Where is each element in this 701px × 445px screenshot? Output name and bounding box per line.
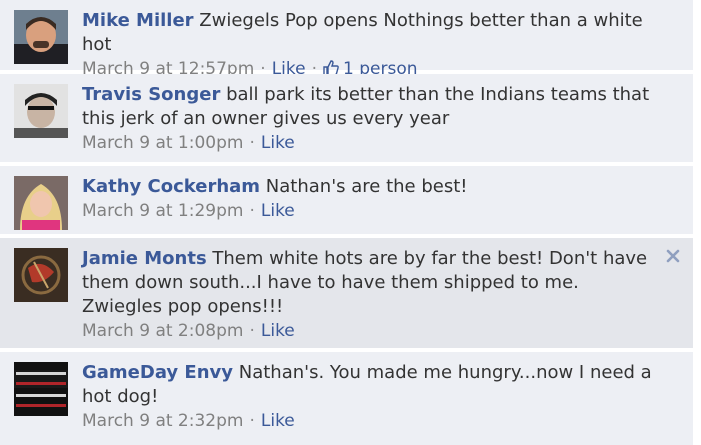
separator: · (249, 411, 255, 431)
comment-author[interactable]: Travis Songer (82, 84, 220, 105)
comment-item: Kathy Cockerham Nathan's are the best! M… (0, 166, 693, 234)
comment-timestamp[interactable]: March 9 at 2:32pm (82, 411, 243, 431)
like-button[interactable]: Like (261, 201, 295, 221)
comment-item: Jamie Monts Them white hots are by far t… (0, 238, 693, 348)
comment-author[interactable]: Kathy Cockerham (82, 176, 260, 197)
comment-timestamp[interactable]: March 9 at 1:29pm (82, 201, 243, 221)
comment-timestamp[interactable]: March 9 at 2:08pm (82, 321, 243, 341)
avatar[interactable] (14, 84, 68, 138)
like-button[interactable]: Like (261, 411, 295, 431)
comment-list: Mike Miller Zwiegels Pop opens Nothings … (0, 0, 693, 445)
separator: · (249, 201, 255, 221)
comment-author[interactable]: GameDay Envy (82, 362, 233, 383)
like-button[interactable]: Like (261, 321, 295, 341)
comment-meta: March 9 at 1:00pm · Like (82, 131, 663, 155)
comment-item: Travis Songer ball park its better than … (0, 74, 693, 162)
avatar[interactable] (14, 10, 68, 64)
comment-item: Mike Miller Zwiegels Pop opens Nothings … (0, 0, 693, 79)
comment-text: Nathan's are the best! (265, 176, 468, 197)
comment-meta: March 9 at 2:32pm · Like (82, 409, 663, 433)
comment-body: Mike Miller Zwiegels Pop opens Nothings … (82, 9, 663, 83)
comment-author[interactable]: Jamie Monts (82, 248, 207, 269)
avatar[interactable] (14, 176, 68, 230)
avatar[interactable] (14, 248, 68, 302)
comment-author[interactable]: Mike Miller (82, 10, 194, 31)
comment-item: GameDay Envy Nathan's. You made me hungr… (0, 352, 693, 445)
comment-body: Travis Songer ball park its better than … (82, 83, 663, 155)
comment-body: Jamie Monts Them white hots are by far t… (82, 247, 663, 343)
like-button[interactable]: Like (261, 133, 295, 153)
comment-meta: March 9 at 2:08pm · Like (82, 319, 663, 343)
comment-body: GameDay Envy Nathan's. You made me hungr… (82, 361, 663, 433)
avatar[interactable] (14, 362, 68, 416)
close-icon[interactable] (665, 248, 681, 264)
separator: · (249, 133, 255, 153)
separator: · (249, 321, 255, 341)
comment-meta: March 9 at 1:29pm · Like (82, 199, 663, 223)
comment-timestamp[interactable]: March 9 at 1:00pm (82, 133, 243, 153)
comment-body: Kathy Cockerham Nathan's are the best! M… (82, 175, 663, 223)
